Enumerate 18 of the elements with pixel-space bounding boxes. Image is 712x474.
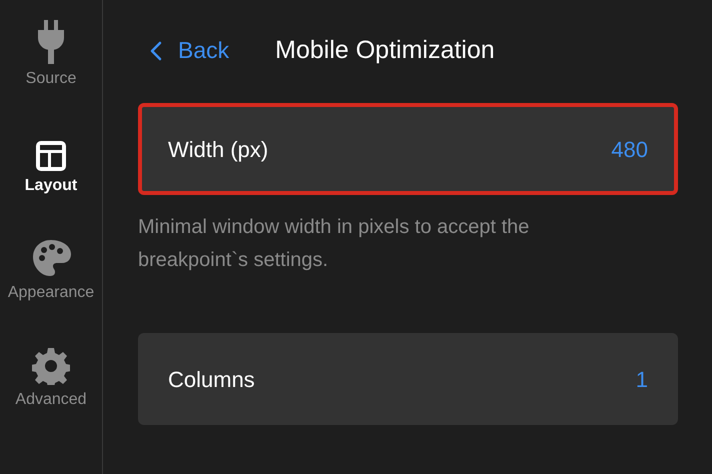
setting-row[interactable]: Columns 1 xyxy=(138,333,678,425)
palette-icon xyxy=(31,238,71,278)
setting-value: 1 xyxy=(636,366,648,394)
chevron-left-icon xyxy=(150,40,162,60)
sidebar-tab[interactable]: Advanced xyxy=(1,329,101,409)
setting-label: Width (px) xyxy=(168,136,268,164)
gear-icon xyxy=(32,347,70,385)
back-button[interactable]: Back xyxy=(138,33,230,68)
sidebar-tab[interactable]: Appearance xyxy=(1,222,101,302)
setting-row[interactable]: Width (px) 480 xyxy=(138,103,678,195)
setting-value: 480 xyxy=(611,136,648,164)
setting-label: Columns xyxy=(168,366,255,394)
layout-icon xyxy=(36,141,66,171)
setting-description: Minimal window width in pixels to accept the breakpoint`s settings. xyxy=(138,215,530,273)
sidebar-tab[interactable]: Source xyxy=(1,8,101,88)
plug-icon xyxy=(36,20,66,64)
sidebar-tab[interactable]: Layout xyxy=(1,115,101,195)
page-title: Mobile Optimization xyxy=(275,34,495,66)
